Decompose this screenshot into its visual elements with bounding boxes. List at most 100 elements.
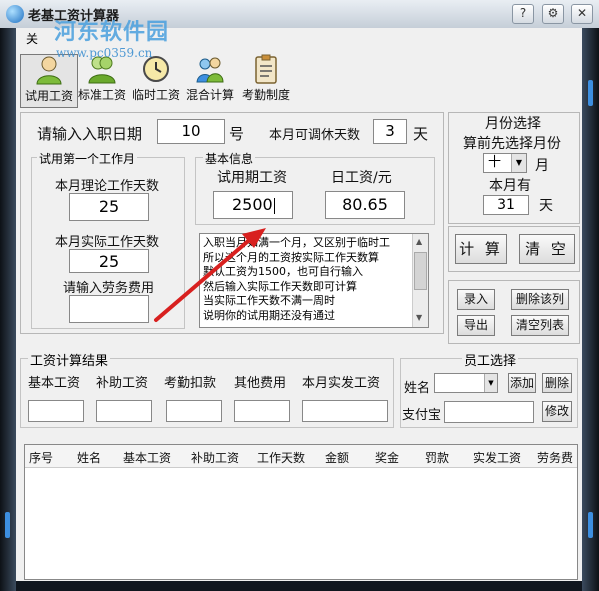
theory-days-label: 本月理论工作天数 <box>55 179 160 194</box>
tool-mixed-calc[interactable]: 混合计算 <box>182 54 238 106</box>
tool-standard-salary[interactable]: 标准工资 <box>74 54 130 106</box>
watermark-text: 河东软件园 <box>54 20 170 45</box>
month-days-input[interactable]: 31 <box>483 195 529 215</box>
daily-wage-label: 日工资/元 <box>331 170 392 186</box>
column-header[interactable]: 劳务费 <box>537 449 573 466</box>
clear-button[interactable]: 清 空 <box>519 234 575 264</box>
month-hint: 算前先选择月份 <box>463 136 561 152</box>
month-select[interactable]: 十 ▼ <box>483 153 527 173</box>
entry-date-input[interactable]: 10 <box>157 119 225 144</box>
settings-icon[interactable]: ⚙ <box>542 4 564 24</box>
other-fee-output[interactable] <box>234 400 290 422</box>
scroll-thumb[interactable] <box>414 252 427 290</box>
text-caret <box>273 197 275 214</box>
basic-info-title: 基本信息 <box>203 150 256 167</box>
table-header: 序号 姓名 基本工资 补助工资 工作天数 金额 奖金 罚款 实发工资 劳务费 <box>25 445 577 468</box>
column-header[interactable]: 序号 <box>29 449 53 466</box>
tool-label: 试用工资 <box>24 89 73 103</box>
calc-panel: 计 算 清 空 <box>448 226 580 272</box>
annotation-arrow <box>154 228 266 322</box>
result-label: 补助工资 <box>96 376 149 391</box>
right-accent-bar-bottom <box>588 512 593 538</box>
trial-salary-label: 试用期工资 <box>217 170 287 186</box>
column-header[interactable]: 奖金 <box>375 449 399 466</box>
rest-days-label: 本月可调休天数 <box>269 128 361 143</box>
trial-salary-input[interactable]: 2500 <box>213 191 293 219</box>
clear-list-button[interactable]: 清空列表 <box>511 315 569 336</box>
tool-label: 考勤制度 <box>241 88 290 102</box>
days-label: 本月有 <box>489 178 531 194</box>
labor-fee-label: 请输入劳务费用 <box>63 281 155 296</box>
tool-label: 临时工资 <box>131 88 180 102</box>
column-header[interactable]: 罚款 <box>425 449 449 466</box>
right-frame-bar <box>582 28 599 591</box>
column-header[interactable]: 基本工资 <box>123 449 171 466</box>
actual-days-label: 本月实际工作天数 <box>55 235 160 250</box>
record-button[interactable]: 录入 <box>457 289 495 310</box>
export-button[interactable]: 导出 <box>457 315 495 336</box>
employee-name-select[interactable]: ▼ <box>434 373 498 393</box>
employee-name-label: 姓名 <box>404 381 431 396</box>
delete-row-button[interactable]: 删除该列 <box>511 289 569 310</box>
chevron-down-icon[interactable]: ▼ <box>511 154 526 172</box>
app-icon <box>6 5 24 23</box>
employee-title: 员工选择 <box>462 350 519 369</box>
right-accent-bar-top <box>588 80 593 106</box>
edit-employee-button[interactable]: 修改 <box>542 401 572 422</box>
main-client: 试用工资 标准工资 临时工资 混合计算 考勤制度 请输入入职日期 10 号 本月… <box>16 46 582 581</box>
trial-salary-value: 2500 <box>232 195 273 214</box>
result-label: 本月实发工资 <box>302 376 381 391</box>
chevron-down-icon[interactable]: ▼ <box>484 374 497 392</box>
arrow-shaft <box>154 234 256 322</box>
entry-date-label: 请输入入职日期 <box>37 125 143 143</box>
add-employee-button[interactable]: 添加 <box>508 373 536 393</box>
tool-trial-salary[interactable]: 试用工资 <box>20 54 78 108</box>
salary-table[interactable]: 序号 姓名 基本工资 补助工资 工作天数 金额 奖金 罚款 实发工资 劳务费 <box>24 444 578 580</box>
help-icon[interactable]: ? <box>512 4 534 24</box>
tool-label: 标准工资 <box>77 88 126 102</box>
theory-days-input[interactable]: 25 <box>69 193 149 221</box>
result-label: 考勤扣款 <box>164 376 217 391</box>
tool-label: 混合计算 <box>185 88 234 102</box>
labor-fee-input[interactable] <box>69 295 149 323</box>
close-icon[interactable]: ✕ <box>571 4 593 24</box>
first-month-title: 试用第一个工作月 <box>37 150 138 167</box>
tool-attendance-rules[interactable]: 考勤制度 <box>238 54 294 106</box>
watermark-url: www.pc0359.cn <box>56 46 153 60</box>
scroll-up-icon[interactable]: ▲ <box>416 235 422 250</box>
entry-date-unit: 号 <box>229 125 245 143</box>
alipay-label: 支付宝 <box>402 408 442 423</box>
month-value: 十 <box>488 155 502 170</box>
days-unit: 天 <box>539 198 553 214</box>
list-actions-panel: 录入 删除该列 导出 清空列表 <box>448 280 580 344</box>
month-panel: 月份选择 算前先选择月份 十 ▼ 月 本月有 31 天 <box>448 112 580 224</box>
daily-wage-input[interactable]: 80.65 <box>325 191 405 219</box>
clipboard-icon <box>255 54 277 84</box>
scroll-down-icon[interactable]: ▼ <box>416 311 422 326</box>
alipay-input[interactable] <box>444 401 534 423</box>
actual-days-input[interactable]: 25 <box>69 249 149 273</box>
rest-days-input[interactable]: 3 <box>373 119 407 144</box>
result-label: 其他费用 <box>234 376 287 391</box>
menu-item[interactable]: 关 <box>26 30 38 47</box>
result-label: 基本工资 <box>28 376 81 391</box>
column-header[interactable]: 实发工资 <box>473 449 521 466</box>
net-salary-output[interactable] <box>302 400 388 422</box>
column-header[interactable]: 金额 <box>325 449 349 466</box>
column-header[interactable]: 补助工资 <box>191 449 239 466</box>
group-icon <box>196 57 224 83</box>
tool-temporary-salary[interactable]: 临时工资 <box>128 54 184 106</box>
month-unit: 月 <box>535 158 549 174</box>
delete-employee-button[interactable]: 删除 <box>542 373 572 393</box>
column-header[interactable]: 工作天数 <box>257 449 305 466</box>
calculate-button[interactable]: 计 算 <box>455 234 507 264</box>
result-title: 工资计算结果 <box>28 350 111 369</box>
left-accent-bar <box>5 512 10 538</box>
rest-days-unit: 天 <box>413 125 429 143</box>
month-panel-title: 月份选择 <box>485 116 541 132</box>
basic-salary-output[interactable] <box>28 400 84 422</box>
column-header[interactable]: 姓名 <box>77 449 101 466</box>
subsidy-output[interactable] <box>96 400 152 422</box>
attendance-deduction-output[interactable] <box>166 400 222 422</box>
notes-scrollbar[interactable]: ▲ ▼ <box>412 234 428 327</box>
